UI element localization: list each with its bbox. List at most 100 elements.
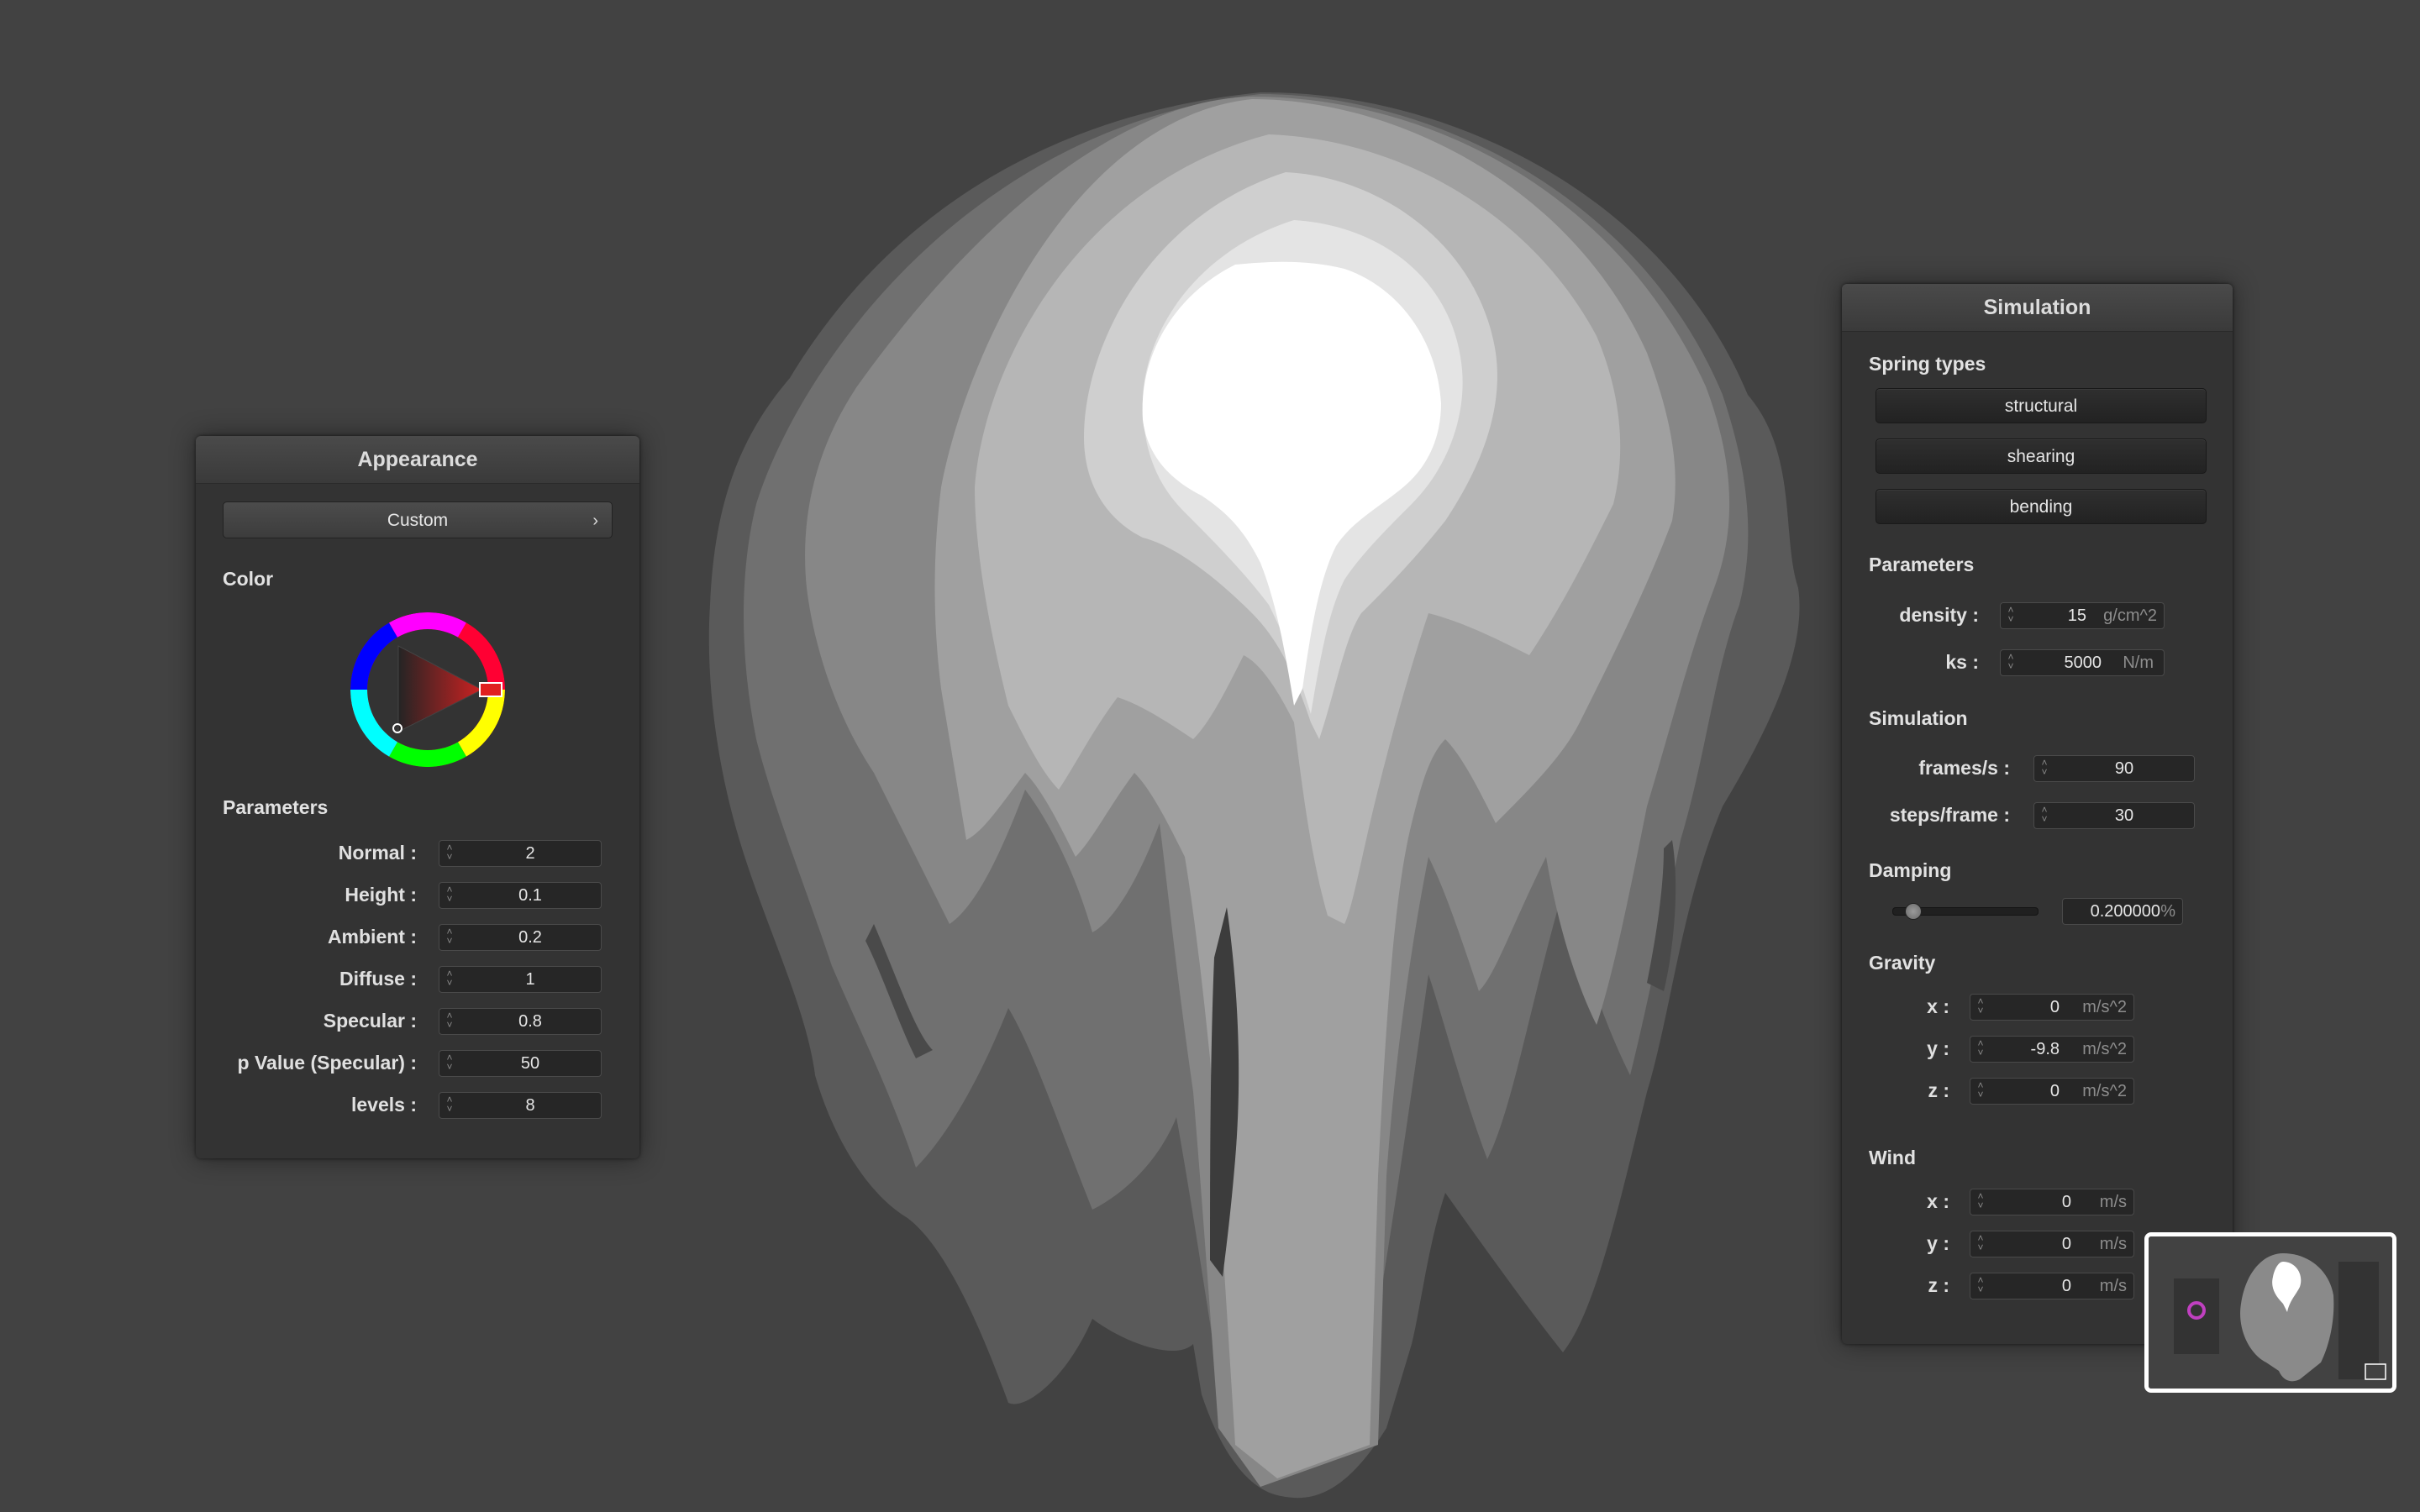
chevron-right-icon: › (592, 512, 598, 530)
spinner-arrows-icon[interactable]: ˄ ˅ (1975, 1191, 1986, 1212)
color-triangle[interactable] (398, 646, 482, 732)
specular-label: Specular : (323, 1010, 417, 1032)
thumbnail-preview (2149, 1236, 2392, 1389)
damping-label: Damping (1869, 859, 1952, 881)
damping-slider-handle[interactable] (1905, 903, 1923, 920)
spinner-arrows-icon[interactable]: ˄ ˅ (445, 1011, 455, 1032)
spinner-arrows-icon[interactable]: ˄ ˅ (445, 843, 455, 864)
spinner-arrows-icon[interactable]: ˄ ˅ (445, 1053, 455, 1074)
color-wheel[interactable] (344, 606, 512, 774)
spinner-arrows-icon[interactable]: ˄ ˅ (445, 927, 455, 948)
gravity-y-value: -9.8 (2030, 1040, 2060, 1058)
simulation-panel: Simulation Spring types structural shear… (1842, 284, 2233, 1344)
ks-unit: N/m (2123, 654, 2154, 672)
damping-unit: % (2160, 902, 2175, 921)
wind-y-unit: m/s (2099, 1235, 2127, 1253)
levels-label: levels : (351, 1094, 417, 1116)
height-value: 0.1 (518, 886, 542, 905)
appearance-panel: Appearance Custom › Color Parameters Nor… (196, 436, 639, 1158)
bending-button[interactable]: bending (1876, 489, 2207, 524)
spinner-arrows-icon[interactable]: ˄ ˅ (445, 1095, 455, 1116)
specular-value: 0.8 (518, 1012, 542, 1031)
spinner-arrows-icon[interactable]: ˄ ˅ (1975, 1038, 1986, 1059)
gravity-x-input[interactable]: ˄ ˅ 0 m/s^2 (1970, 994, 2134, 1021)
spinner-arrows-icon[interactable]: ˄ ˅ (1975, 1080, 1986, 1101)
gravity-z-input[interactable]: ˄ ˅ 0 m/s^2 (1970, 1078, 2134, 1105)
steps-label: steps/frame : (1889, 804, 2010, 826)
ambient-input[interactable]: ˄ ˅ 0.2 (439, 924, 602, 951)
levels-input[interactable]: ˄ ˅ 8 (439, 1092, 602, 1119)
steps-input[interactable]: ˄ ˅ 30 (2033, 802, 2195, 829)
specular-input[interactable]: ˄ ˅ 0.8 (439, 1008, 602, 1035)
gravity-z-value: 0 (2049, 1082, 2060, 1100)
parameters-section-label: Parameters (223, 796, 329, 818)
spinner-arrows-icon[interactable]: ˄ ˅ (2006, 605, 2016, 626)
p-value-specular-value: 50 (520, 1054, 540, 1073)
normal-value: 2 (525, 844, 535, 863)
wind-label: Wind (1869, 1147, 1916, 1168)
wind-z-value: 0 (2061, 1277, 2071, 1295)
p-value-specular-input[interactable]: ˄ ˅ 50 (439, 1050, 602, 1077)
wind-x-unit: m/s (2099, 1193, 2127, 1211)
wind-z-unit: m/s (2099, 1277, 2127, 1295)
wind-y-label: y : (1927, 1232, 1949, 1254)
spinner-arrows-icon[interactable]: ˄ ˅ (445, 969, 455, 990)
wind-y-input[interactable]: ˄ ˅ 0 m/s (1970, 1231, 2134, 1257)
gravity-x-value: 0 (2049, 998, 2060, 1016)
ks-value: 5000 (2064, 654, 2102, 672)
density-label: density : (1899, 604, 1979, 626)
density-value: 15 (2067, 606, 2086, 625)
gravity-label: Gravity (1869, 952, 1936, 974)
wind-x-input[interactable]: ˄ ˅ 0 m/s (1970, 1189, 2134, 1215)
levels-value: 8 (525, 1096, 535, 1115)
gravity-x-label: x : (1927, 995, 1949, 1017)
color-section-label: Color (223, 568, 274, 590)
ambient-label: Ambient : (327, 926, 417, 948)
fps-value: 90 (2114, 759, 2134, 778)
spinner-arrows-icon[interactable]: ˄ ˅ (1975, 1233, 1986, 1254)
gravity-x-unit: m/s^2 (2082, 998, 2127, 1016)
steps-value: 30 (2114, 806, 2134, 825)
diffuse-value: 1 (525, 970, 535, 989)
normal-input[interactable]: ˄ ˅ 2 (439, 840, 602, 867)
appearance-panel-title: Appearance (196, 436, 639, 484)
ks-input[interactable]: ˄ ˅ 5000 N/m (2000, 649, 2165, 676)
shearing-button[interactable]: shearing (1876, 438, 2207, 474)
spinner-arrows-icon[interactable]: ˄ ˅ (2039, 805, 2049, 826)
appearance-preset-dropdown[interactable]: Custom › (223, 501, 613, 538)
spring-types-label: Spring types (1869, 353, 1986, 375)
structural-button[interactable]: structural (1876, 388, 2207, 423)
spinner-arrows-icon[interactable]: ˄ ˅ (1975, 1275, 1986, 1296)
ks-label: ks : (1945, 651, 1979, 673)
normal-label: Normal : (338, 842, 417, 864)
simulation-panel-title: Simulation (1842, 284, 2233, 332)
viewport-thumbnail[interactable] (2144, 1232, 2396, 1393)
gravity-y-label: y : (1927, 1037, 1949, 1059)
hue-selector-handle[interactable] (479, 682, 502, 697)
p-value-specular-label: p Value (Specular) : (237, 1052, 417, 1074)
gravity-y-unit: m/s^2 (2082, 1040, 2127, 1058)
wind-y-value: 0 (2061, 1235, 2071, 1253)
fps-input[interactable]: ˄ ˅ 90 (2033, 755, 2195, 782)
diffuse-input[interactable]: ˄ ˅ 1 (439, 966, 602, 993)
simulation-section-label: Simulation (1869, 707, 1968, 729)
diffuse-label: Diffuse : (339, 968, 417, 990)
wind-z-label: z : (1928, 1274, 1949, 1296)
wind-x-value: 0 (2061, 1193, 2071, 1211)
gravity-z-unit: m/s^2 (2082, 1082, 2127, 1100)
spinner-arrows-icon[interactable]: ˄ ˅ (2039, 758, 2049, 779)
density-input[interactable]: ˄ ˅ 15 g/cm^2 (2000, 602, 2165, 629)
spinner-arrows-icon[interactable]: ˄ ˅ (2006, 652, 2016, 673)
gravity-y-input[interactable]: ˄ ˅ -9.8 m/s^2 (1970, 1036, 2134, 1063)
ambient-value: 0.2 (518, 928, 542, 947)
sim-parameters-label: Parameters (1869, 554, 1975, 575)
damping-input[interactable]: 0.200000 % (2062, 898, 2183, 925)
fps-label: frames/s : (1918, 757, 2010, 779)
damping-value: 0.200000 (2090, 902, 2160, 921)
spinner-arrows-icon[interactable]: ˄ ˅ (1975, 996, 1986, 1017)
spinner-arrows-icon[interactable]: ˄ ˅ (445, 885, 455, 906)
density-unit: g/cm^2 (2103, 606, 2157, 625)
height-input[interactable]: ˄ ˅ 0.1 (439, 882, 602, 909)
gravity-z-label: z : (1928, 1079, 1949, 1101)
wind-z-input[interactable]: ˄ ˅ 0 m/s (1970, 1273, 2134, 1299)
